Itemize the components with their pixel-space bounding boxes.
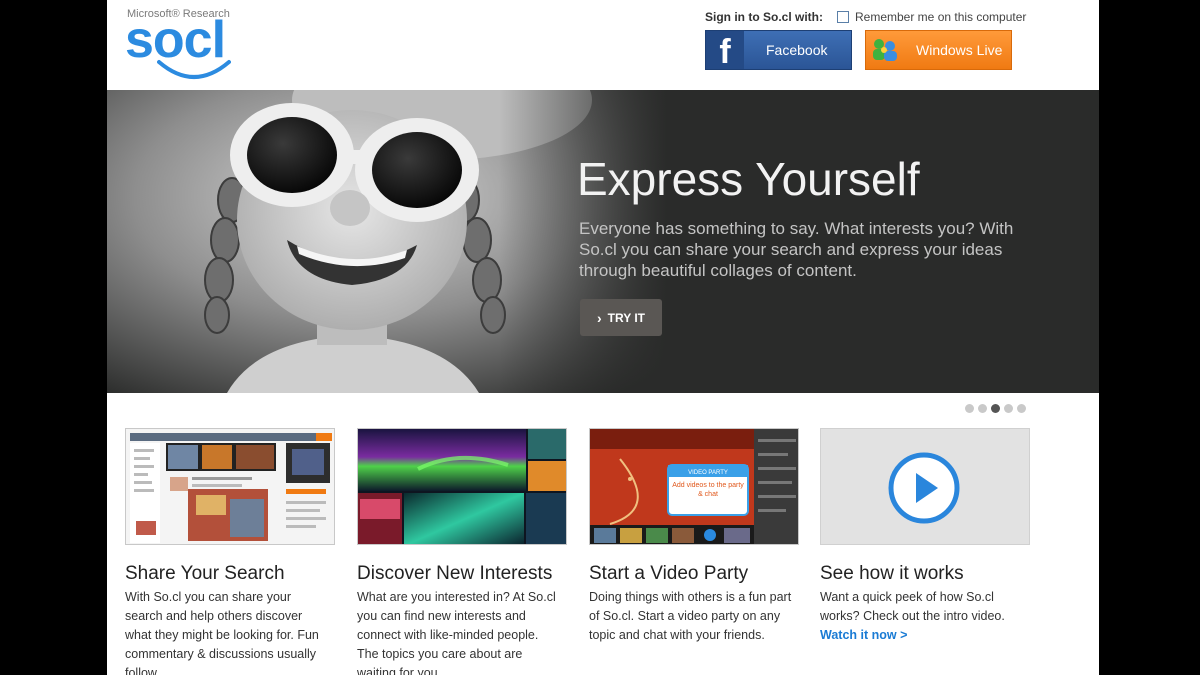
feature-title: Discover New Interests [357,563,553,584]
feature-how-it-works: See how it works Want a quick peek of ho… [820,428,1032,675]
facebook-button-label: Facebook [766,42,828,58]
header: Microsoft® Research socl Sign in to So.c… [107,0,1099,90]
carousel-dot-active[interactable] [991,404,1000,413]
intro-video-thumbnail[interactable] [820,428,1030,545]
remember-me-label[interactable]: Remember me on this computer [855,10,1026,24]
chevron-right-icon: › [596,309,602,326]
feature-description-text: Want a quick peek of how So.cl works? Ch… [820,590,1005,623]
feature-description: Want a quick peek of how So.cl works? Ch… [820,588,1025,645]
signin-label: Sign in to So.cl with: [705,10,823,24]
hero-description: Everyone has something to say. What inte… [579,219,1014,280]
carousel-dot[interactable] [1004,404,1013,413]
hero-banner: Express Yourself Everyone has something … [107,90,1099,393]
page: Microsoft® Research socl Sign in to So.c… [107,0,1099,675]
play-icon[interactable] [888,452,960,524]
video-party-bubble-text: Add videos to the party & chat [672,482,744,498]
feature-title: Start a Video Party [589,563,749,584]
feature-discover-interests: Discover New Interests What are you inte… [357,428,569,675]
video-party-thumbnail[interactable]: VIDEO PARTY Add videos to the party & ch… [589,428,799,545]
try-it-button[interactable]: › TRY IT [580,299,662,336]
facebook-icon: f [706,31,744,69]
video-party-bubble-title: VIDEO PARTY [688,470,728,476]
remember-me-checkbox[interactable] [837,11,849,23]
socl-logo[interactable]: Microsoft® Research socl [125,8,265,82]
feature-share-search: Share Your Search With So.cl you can sha… [125,428,337,675]
feature-list: Share Your Search With So.cl you can sha… [125,428,1045,675]
carousel-pagination [965,404,1026,413]
hero-title: Express Yourself [577,153,920,205]
carousel-dot[interactable] [978,404,987,413]
share-search-thumbnail[interactable] [125,428,335,545]
try-it-label: TRY IT [607,310,645,325]
windows-live-signin-button[interactable]: Windows Live [865,30,1012,70]
windows-live-button-label: Windows Live [916,42,1003,58]
facebook-signin-button[interactable]: f Facebook [705,30,852,70]
feature-description: Doing things with others is a fun part o… [589,590,792,642]
signin-row: Sign in to So.cl with: Remember me on th… [705,9,1026,25]
feature-description: With So.cl you can share your search and… [125,590,319,675]
feature-video-party: VIDEO PARTY Add videos to the party & ch… [589,428,801,675]
feature-title: See how it works [820,563,964,584]
windows-live-icon [866,31,904,69]
carousel-dot[interactable] [1017,404,1026,413]
carousel-dot[interactable] [965,404,974,413]
discover-interests-thumbnail[interactable] [357,428,567,545]
feature-description: What are you interested in? At So.cl you… [357,590,556,675]
logo-smile-icon [157,60,231,79]
watch-it-now-link[interactable]: Watch it now > [820,628,907,642]
feature-title: Share Your Search [125,563,285,584]
